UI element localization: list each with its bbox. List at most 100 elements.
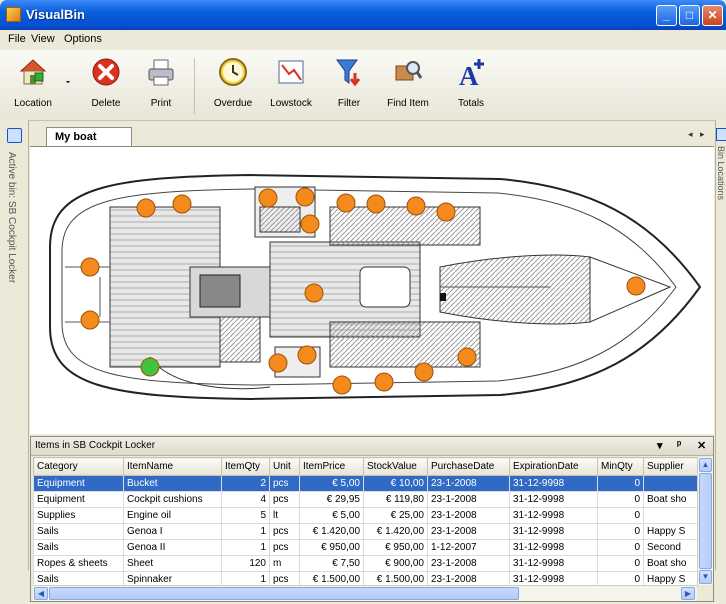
cell-item-qty: 1 bbox=[221, 523, 270, 540]
tab-scroll-left-icon[interactable]: ◂ bbox=[688, 129, 693, 140]
find-item-button[interactable]: Find Item bbox=[380, 54, 436, 116]
column-header[interactable]: ItemQty bbox=[221, 457, 270, 476]
table-row[interactable]: Ropes & sheets Sheet 120 m € 7,50 € 900,… bbox=[33, 555, 698, 572]
bin-marker[interactable] bbox=[414, 362, 434, 382]
panel-pin-icon[interactable]: ᵖ bbox=[677, 439, 681, 451]
bin-marker[interactable] bbox=[297, 345, 317, 365]
maximize-button[interactable]: □ bbox=[679, 5, 700, 26]
chart-icon bbox=[278, 60, 304, 84]
boat-plan-canvas[interactable] bbox=[30, 147, 714, 434]
table-row[interactable]: Sails Genoa II 1 pcs € 950,00 € 950,00 1… bbox=[33, 539, 698, 556]
bin-marker[interactable] bbox=[366, 194, 386, 214]
scroll-right-icon[interactable]: ▶ bbox=[681, 587, 695, 600]
horizontal-scrollbar[interactable]: ◀ ▶ bbox=[33, 585, 697, 601]
bin-marker[interactable] bbox=[332, 375, 352, 395]
bin-marker[interactable] bbox=[406, 196, 426, 216]
bin-marker[interactable] bbox=[436, 202, 456, 222]
cell-expiration-date: 31-12-9998 bbox=[509, 523, 598, 540]
grid-panel-header: Items in SB Cockpit Locker ▾ ᵖ ✕ bbox=[31, 437, 713, 456]
bin-marker[interactable] bbox=[80, 310, 100, 330]
boat-deck-plan bbox=[49, 173, 702, 401]
filter-label: Filter bbox=[337, 98, 361, 109]
cell-stock-value: € 10,00 bbox=[363, 475, 428, 492]
scroll-down-icon[interactable]: ▼ bbox=[699, 570, 712, 584]
bin-marker[interactable] bbox=[80, 257, 100, 277]
scroll-left-icon[interactable]: ◀ bbox=[34, 587, 48, 600]
panel-pin-icon[interactable] bbox=[7, 128, 22, 143]
bin-locations-panel-tab[interactable]: Bin Locations bbox=[715, 120, 726, 570]
table-row[interactable]: Equipment Bucket 2 pcs € 5,00 € 10,00 23… bbox=[33, 475, 698, 492]
bin-locations-label: Bin Locations bbox=[716, 146, 726, 201]
bin-marker[interactable] bbox=[304, 283, 324, 303]
tab-scroll-right-icon[interactable]: ▸ bbox=[700, 129, 705, 140]
scroll-thumb[interactable] bbox=[699, 473, 712, 569]
bin-marker-active[interactable] bbox=[140, 357, 160, 377]
cell-supplier: Boat sho bbox=[643, 555, 698, 572]
totals-button[interactable]: A Totals bbox=[446, 54, 496, 116]
column-header[interactable]: Category bbox=[33, 457, 124, 476]
location-dropdown[interactable]: - bbox=[64, 54, 76, 116]
cell-item-price: € 5,00 bbox=[299, 507, 364, 524]
bin-marker[interactable] bbox=[136, 198, 156, 218]
cell-purchase-date: 23-1-2008 bbox=[427, 523, 510, 540]
minimize-icon: _ bbox=[663, 8, 670, 22]
delete-button[interactable]: Delete bbox=[80, 54, 132, 116]
bin-marker[interactable] bbox=[300, 214, 320, 234]
cell-min-qty: 0 bbox=[597, 507, 644, 524]
cell-unit: m bbox=[269, 555, 300, 572]
overdue-button[interactable]: Overdue bbox=[206, 54, 260, 116]
active-bin-panel-tab[interactable]: Active bin: SB Cockpit Locker bbox=[0, 120, 29, 570]
column-header[interactable]: ItemName bbox=[123, 457, 222, 476]
filter-button[interactable]: Filter bbox=[326, 54, 372, 116]
table-header-row: Category ItemName ItemQty Unit ItemPrice… bbox=[33, 457, 698, 476]
location-button[interactable]: Location bbox=[6, 54, 60, 116]
menu-view[interactable]: View bbox=[31, 33, 55, 45]
cell-unit: pcs bbox=[269, 523, 300, 540]
cell-category: Ropes & sheets bbox=[33, 555, 124, 572]
scroll-thumb[interactable] bbox=[49, 587, 519, 600]
panel-menu-icon[interactable]: ▾ bbox=[657, 439, 663, 452]
bin-marker[interactable] bbox=[457, 347, 477, 367]
menu-bar: File View Options bbox=[0, 30, 726, 50]
tab-my-boat-label: My boat bbox=[55, 131, 97, 143]
tab-my-boat[interactable]: My boat bbox=[46, 127, 132, 146]
bin-marker[interactable] bbox=[336, 193, 356, 213]
minimize-button[interactable]: _ bbox=[656, 5, 677, 26]
cell-item-qty: 120 bbox=[221, 555, 270, 572]
menu-options[interactable]: Options bbox=[64, 33, 102, 45]
menu-file[interactable]: File bbox=[8, 33, 26, 45]
bin-marker[interactable] bbox=[374, 372, 394, 392]
column-header[interactable]: Unit bbox=[269, 457, 300, 476]
column-header[interactable]: PurchaseDate bbox=[427, 457, 510, 476]
overdue-label: Overdue bbox=[213, 98, 253, 109]
column-header[interactable]: MinQty bbox=[597, 457, 644, 476]
panel-close-icon[interactable]: ✕ bbox=[697, 439, 706, 452]
scroll-up-icon[interactable]: ▲ bbox=[699, 458, 712, 472]
cell-supplier: Happy S bbox=[643, 523, 698, 540]
bin-marker[interactable] bbox=[268, 353, 288, 373]
print-button[interactable]: Print bbox=[138, 54, 184, 116]
column-header[interactable]: ItemPrice bbox=[299, 457, 364, 476]
active-bin-label: Active bin: SB Cockpit Locker bbox=[6, 152, 17, 284]
column-header[interactable]: StockValue bbox=[363, 457, 428, 476]
cell-category: Equipment bbox=[33, 491, 124, 508]
cell-min-qty: 0 bbox=[597, 523, 644, 540]
items-table[interactable]: Category ItemName ItemQty Unit ItemPrice… bbox=[33, 457, 698, 588]
cell-supplier: Boat sho bbox=[643, 491, 698, 508]
table-row[interactable]: Sails Genoa I 1 pcs € 1.420,00 € 1.420,0… bbox=[33, 523, 698, 540]
cell-item-price: € 950,00 bbox=[299, 539, 364, 556]
column-header[interactable]: Supplier bbox=[643, 457, 698, 476]
vertical-scrollbar[interactable]: ▲ ▼ bbox=[697, 457, 713, 585]
cell-item-name: Sheet bbox=[123, 555, 222, 572]
bin-marker[interactable] bbox=[172, 194, 192, 214]
bin-marker[interactable] bbox=[295, 187, 315, 207]
bin-marker[interactable] bbox=[626, 276, 646, 296]
bin-marker[interactable] bbox=[258, 188, 278, 208]
table-row[interactable]: Supplies Engine oil 5 lt € 5,00 € 25,00 … bbox=[33, 507, 698, 524]
column-header[interactable]: ExpirationDate bbox=[509, 457, 598, 476]
lowstock-button[interactable]: Lowstock bbox=[264, 54, 318, 116]
panel-pin-icon[interactable] bbox=[716, 128, 726, 141]
table-row[interactable]: Equipment Cockpit cushions 4 pcs € 29,95… bbox=[33, 491, 698, 508]
close-button[interactable]: ✕ bbox=[702, 5, 723, 26]
cell-supplier bbox=[643, 475, 698, 492]
